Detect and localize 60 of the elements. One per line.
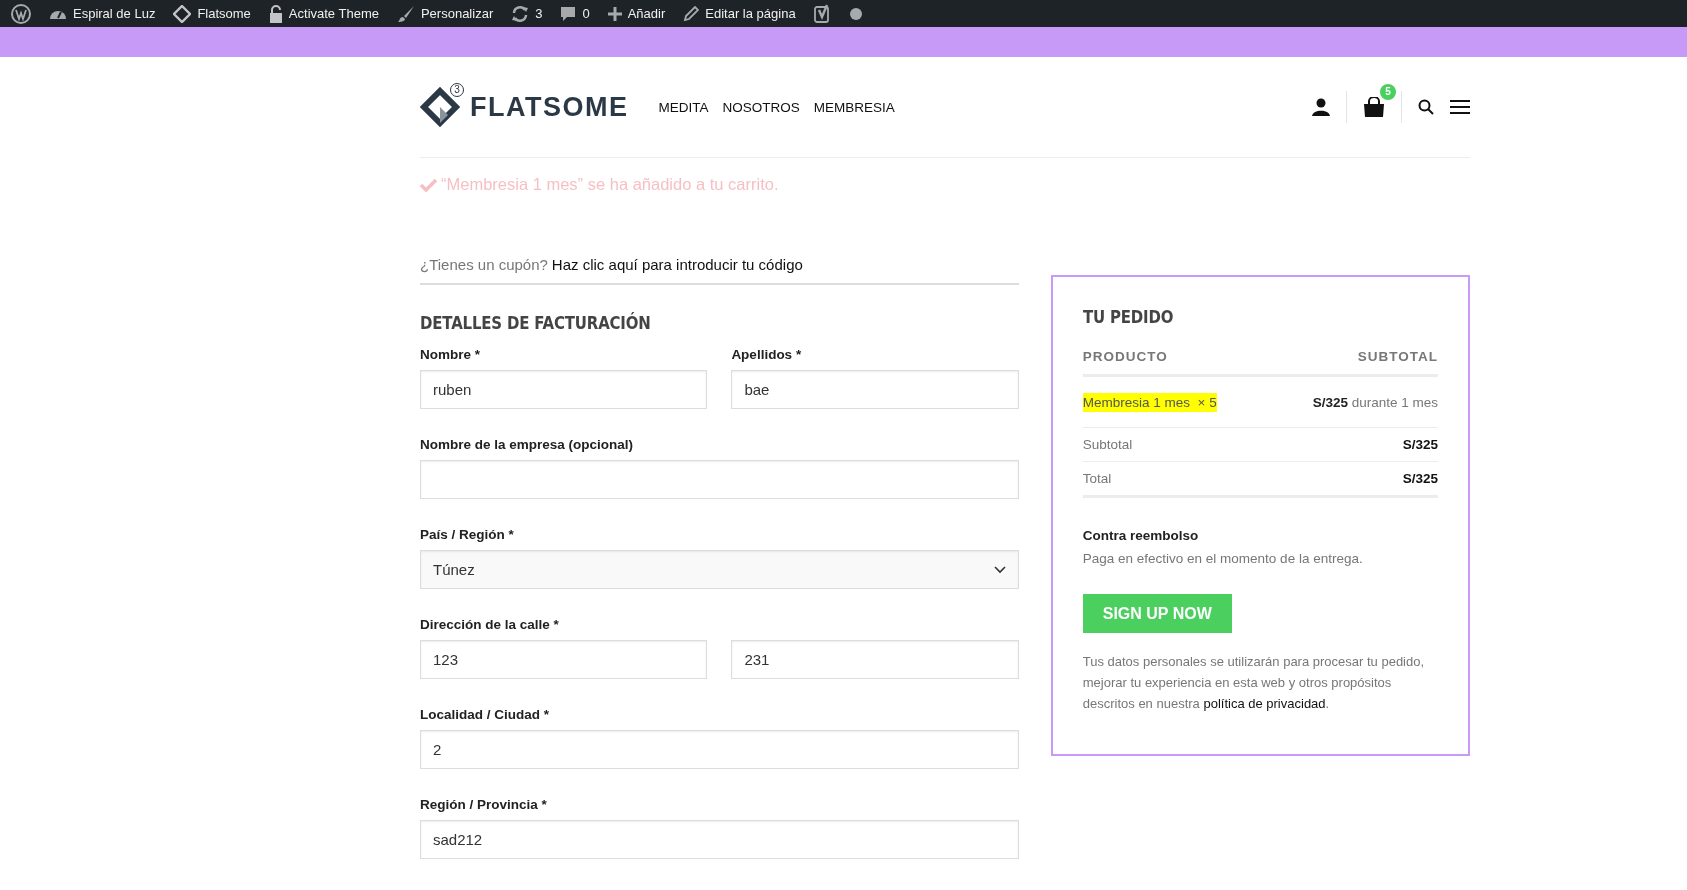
input-field[interactable]: 231 (731, 640, 1019, 679)
nav-link[interactable]: NOSOTROS (722, 99, 800, 115)
admin-bar-link[interactable]: Añadir (627, 6, 666, 21)
coupon-link[interactable]: Haz clic aquí para introducir tu código (551, 256, 803, 273)
order-title: TU PEDIDO (1082, 307, 1175, 327)
wordpress-icon[interactable] (11, 3, 31, 24)
field-label: Localidad / Ciudad * (420, 707, 550, 722)
user-icon[interactable] (1312, 98, 1330, 116)
product-name: Membresia 1 mes × 5 (1082, 393, 1217, 412)
pencil-icon[interactable] (683, 5, 700, 22)
field-label: Nombre * (420, 347, 481, 362)
cart-notice: “Membresia 1 mes” se ha añadido a tu carrito. (441, 175, 779, 194)
input-field[interactable]: bae (731, 370, 1019, 409)
admin-bar-link[interactable]: Activate Theme (288, 6, 379, 21)
admin-bar-link[interactable]: Espiral de Luz (73, 6, 156, 21)
total-label: Total (1082, 471, 1112, 486)
nav-link[interactable]: MEMBRESIA (813, 99, 895, 115)
billing-title: DETALLES DE FACTURACIÓN (420, 313, 652, 333)
input-field[interactable] (420, 460, 1019, 499)
admin-bar-link[interactable]: 3 (535, 6, 543, 21)
field-label: Dirección de la calle * (420, 617, 560, 632)
input-field[interactable]: ruben (420, 370, 708, 409)
status-dot-icon[interactable] (849, 7, 862, 20)
nav-link[interactable]: MEDITA (658, 99, 709, 115)
diamond-icon[interactable] (173, 4, 192, 23)
field-label: Región / Provincia * (420, 797, 548, 812)
select-field[interactable]: Túnez (420, 550, 1019, 589)
y-logo-icon[interactable] (813, 3, 832, 24)
privacy-notice: Tus datos personales se utilizarán para procesar tu pedido, mejorar tu experiencia en esta web y otros propósitos descritos en nuestra política de privacidad. (1082, 653, 1426, 713)
product-price: S/325 durante 1 mes (1312, 395, 1438, 410)
admin-bar-link[interactable]: 0 (582, 6, 590, 21)
search-icon[interactable] (1418, 99, 1434, 115)
check-icon (420, 177, 437, 192)
payment-method-title: Contra reembolso (1082, 528, 1200, 543)
logo-text[interactable]: FLATSOME (470, 91, 629, 123)
total-label: Subtotal (1082, 437, 1133, 452)
admin-bar-link[interactable]: Personalizar (420, 6, 494, 21)
payment-description: Paga en efectivo en el momento de la entrega. (1082, 551, 1364, 566)
cart-count-badge: 5 (1380, 84, 1396, 100)
comment-icon[interactable] (560, 5, 577, 22)
input-field[interactable]: sad212 (420, 820, 1019, 859)
lock-icon[interactable] (268, 4, 283, 23)
total-value: S/325 (1402, 471, 1438, 486)
column-header: PRODUCTO (1082, 349, 1168, 364)
field-label: Nombre de la empresa (opcional) (420, 437, 635, 452)
chevron-down-icon (993, 565, 1006, 574)
column-header: SUBTOTAL (1357, 349, 1438, 364)
input-field[interactable]: 2 (420, 730, 1019, 769)
refresh-icon[interactable] (511, 4, 530, 23)
admin-bar-link[interactable]: Editar la página (705, 6, 796, 21)
total-value: S/325 (1402, 437, 1438, 452)
coupon-question: ¿Tienes un cupón? (420, 256, 548, 273)
admin-bar-link[interactable]: Flatsome (197, 6, 251, 21)
shopping-bag-icon[interactable] (1363, 97, 1385, 117)
privacy-policy-link[interactable]: política de privacidad (1203, 696, 1326, 711)
input-field[interactable]: 123 (420, 640, 708, 679)
menu-icon[interactable] (1450, 99, 1470, 115)
field-label: Apellidos * (731, 347, 803, 362)
plus-icon[interactable] (607, 6, 622, 21)
field-label: País / Región * (420, 527, 515, 542)
